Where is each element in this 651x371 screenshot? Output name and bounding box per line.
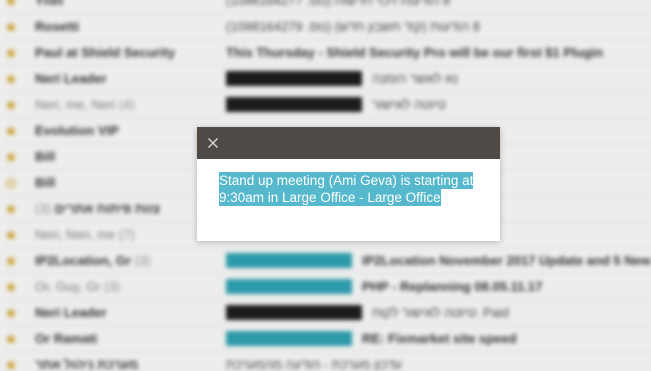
email-sender: Evolution VIP — [35, 123, 119, 138]
email-label — [226, 253, 352, 268]
email-sender-names: Neri, Neri, me — [35, 227, 116, 242]
email-subject: עדכון מערכת - הודעה מהמערכת — [226, 357, 403, 371]
email-sender: Neri, Neri, me (7) — [35, 227, 215, 242]
email-row[interactable]: Ynet (נוס. 1098164277) 8 הודעות זיכוי חד… — [0, 0, 651, 14]
dialog-header — [197, 127, 500, 159]
email-row[interactable]: מערכת ניהול אתר עדכון מערכת - הודעה מהמע… — [0, 352, 651, 371]
email-sender: Rosetti — [35, 19, 80, 34]
email-row[interactable]: Or Ramati RE: Fixmarket site speed — [0, 326, 651, 352]
email-sender-names: צוות פיתוח אתרים — [54, 201, 161, 216]
email-row[interactable]: IP2Location, Gr (3) IP2Location November… — [0, 248, 651, 274]
email-label — [226, 305, 362, 320]
star-icon[interactable] — [5, 203, 17, 215]
star-icon[interactable] — [5, 307, 17, 319]
email-sender: צוות פיתוח אתרים (3) — [35, 201, 215, 216]
email-subject: RE: Fixmarket site speed — [362, 331, 517, 346]
email-sender: Paul at Shield Security — [35, 45, 176, 60]
star-icon[interactable] — [5, 99, 17, 111]
notification-dialog: Stand up meeting (Ami Geva) is starting … — [197, 127, 500, 241]
star-icon[interactable] — [5, 333, 17, 345]
email-row[interactable]: Neri, me, Neri (4) טיוטה לאישור — [0, 92, 651, 118]
email-sender-names: IP2Location, Gr — [35, 253, 132, 268]
thread-count: (3) — [35, 201, 51, 216]
email-label — [226, 97, 362, 112]
thread-count: (3) — [104, 279, 121, 294]
email-label — [226, 279, 352, 294]
email-subject: (נוס. 1098164279) 8 הודעות (קוד חשבון חד… — [226, 19, 480, 34]
star-icon[interactable] — [5, 151, 17, 163]
email-sender: Neri Leader — [35, 71, 107, 86]
dialog-message: Stand up meeting (Ami Geva) is starting … — [219, 172, 491, 206]
email-label — [226, 71, 362, 86]
close-icon[interactable] — [205, 135, 221, 151]
screen: Ynet (נוס. 1098164277) 8 הודעות זיכוי חד… — [0, 0, 651, 371]
email-sender: Bill — [35, 149, 56, 164]
email-sender: Or Ramati — [35, 331, 98, 346]
thread-count: (7) — [118, 227, 135, 242]
email-row[interactable]: Neri Leader טיוטה לאישור לקוח: Paid — [0, 300, 651, 326]
email-row[interactable]: Rosetti (נוס. 1098164279) 8 הודעות (קוד … — [0, 14, 651, 40]
email-subject: טיוטה לאישור — [372, 97, 446, 112]
star-icon[interactable] — [5, 73, 17, 85]
email-subject: This Thursday - Shield Security Pro will… — [226, 45, 604, 60]
selected-message-text: Stand up meeting (Ami Geva) is starting … — [219, 172, 474, 206]
thread-count: (3) — [134, 253, 151, 268]
star-icon[interactable] — [5, 0, 17, 7]
email-row[interactable]: Or, Guy, Gr (3) PHP - Replanning 08.05.1… — [0, 274, 651, 300]
thread-count: (4) — [118, 97, 135, 112]
email-label — [226, 331, 352, 346]
email-sender-names: Or, Guy, Gr — [35, 279, 101, 294]
star-icon[interactable] — [5, 281, 17, 293]
email-sender: Or, Guy, Gr (3) — [35, 279, 215, 294]
email-subject: PHP - Replanning 08.05.11.17 — [362, 279, 543, 294]
star-icon[interactable] — [5, 359, 17, 371]
star-icon[interactable] — [5, 177, 17, 189]
email-sender-names: Neri, me, Neri — [35, 97, 116, 112]
email-row[interactable]: Neri Leader נא לאשר הזמנה — [0, 66, 651, 92]
email-sender: Ynet — [35, 0, 64, 8]
email-sender: Neri Leader — [35, 305, 107, 320]
star-icon[interactable] — [5, 47, 17, 59]
star-icon[interactable] — [5, 21, 17, 33]
email-subject: (נוס. 1098164277) 8 הודעות זיכוי חדשות — [226, 0, 451, 8]
email-sender: Neri, me, Neri (4) — [35, 97, 215, 112]
email-sender: IP2Location, Gr (3) — [35, 253, 215, 268]
email-sender: מערכת ניהול אתר — [35, 357, 139, 371]
email-row[interactable]: Paul at Shield Security This Thursday - … — [0, 40, 651, 66]
email-subject: IP2Location November 2017 Update and 5 N… — [362, 253, 651, 268]
email-sender: Bill — [35, 175, 56, 190]
email-subject: נא לאשר הזמנה — [372, 71, 459, 86]
email-subject: טיוטה לאישור לקוח: Paid — [372, 305, 510, 320]
star-icon[interactable] — [5, 255, 17, 267]
star-icon[interactable] — [5, 229, 17, 241]
star-icon[interactable] — [5, 125, 17, 137]
